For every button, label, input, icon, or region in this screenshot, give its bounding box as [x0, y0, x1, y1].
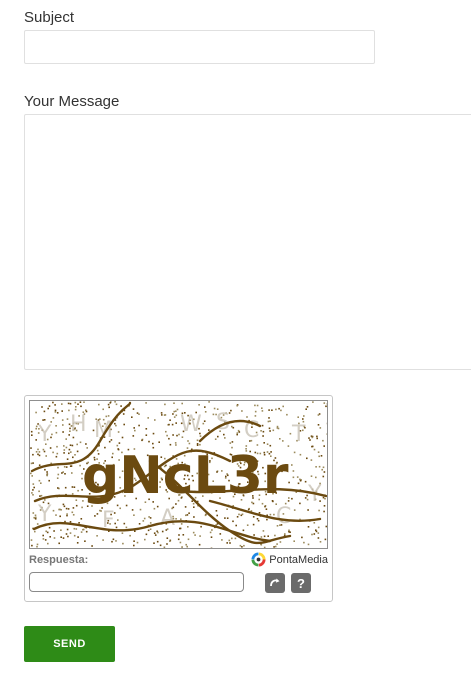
svg-text:M: M — [94, 418, 113, 443]
captcha-widget: Y H M W S C T Y F A C Y gNcL3r Respuesta… — [24, 395, 333, 602]
captcha-answer-label: Respuesta: — [29, 554, 89, 566]
svg-text:H: H — [70, 412, 87, 437]
svg-text:T: T — [291, 422, 306, 447]
captcha-help-button[interactable]: ? — [291, 573, 311, 593]
svg-text:A: A — [160, 506, 175, 531]
refresh-icon — [270, 578, 280, 587]
pontamedia-logo-icon — [251, 552, 266, 567]
subject-input[interactable] — [24, 30, 375, 64]
captcha-refresh-button[interactable] — [265, 573, 285, 593]
svg-text:Y: Y — [37, 422, 52, 447]
message-label: Your Message — [24, 93, 120, 110]
brand-name-part2: Media — [298, 553, 328, 566]
svg-text:W: W — [180, 412, 202, 437]
captcha-text: gNcL3r — [82, 446, 289, 506]
contact-form: Subject Your Message Y H M W S C T Y F A… — [0, 0, 471, 678]
captcha-image: Y H M W S C T Y F A C Y gNcL3r — [29, 400, 328, 549]
captcha-answer-input[interactable] — [29, 572, 244, 592]
send-button[interactable]: SEND — [24, 626, 115, 662]
brand-name-part1: Ponta — [269, 553, 299, 566]
svg-text:C: C — [276, 504, 291, 529]
subject-label: Subject — [24, 9, 75, 26]
captcha-graphic: Y H M W S C T Y F A C Y gNcL3r — [30, 401, 327, 548]
message-textarea[interactable] — [24, 114, 471, 370]
brand-logo: Ponta Media — [251, 552, 328, 567]
